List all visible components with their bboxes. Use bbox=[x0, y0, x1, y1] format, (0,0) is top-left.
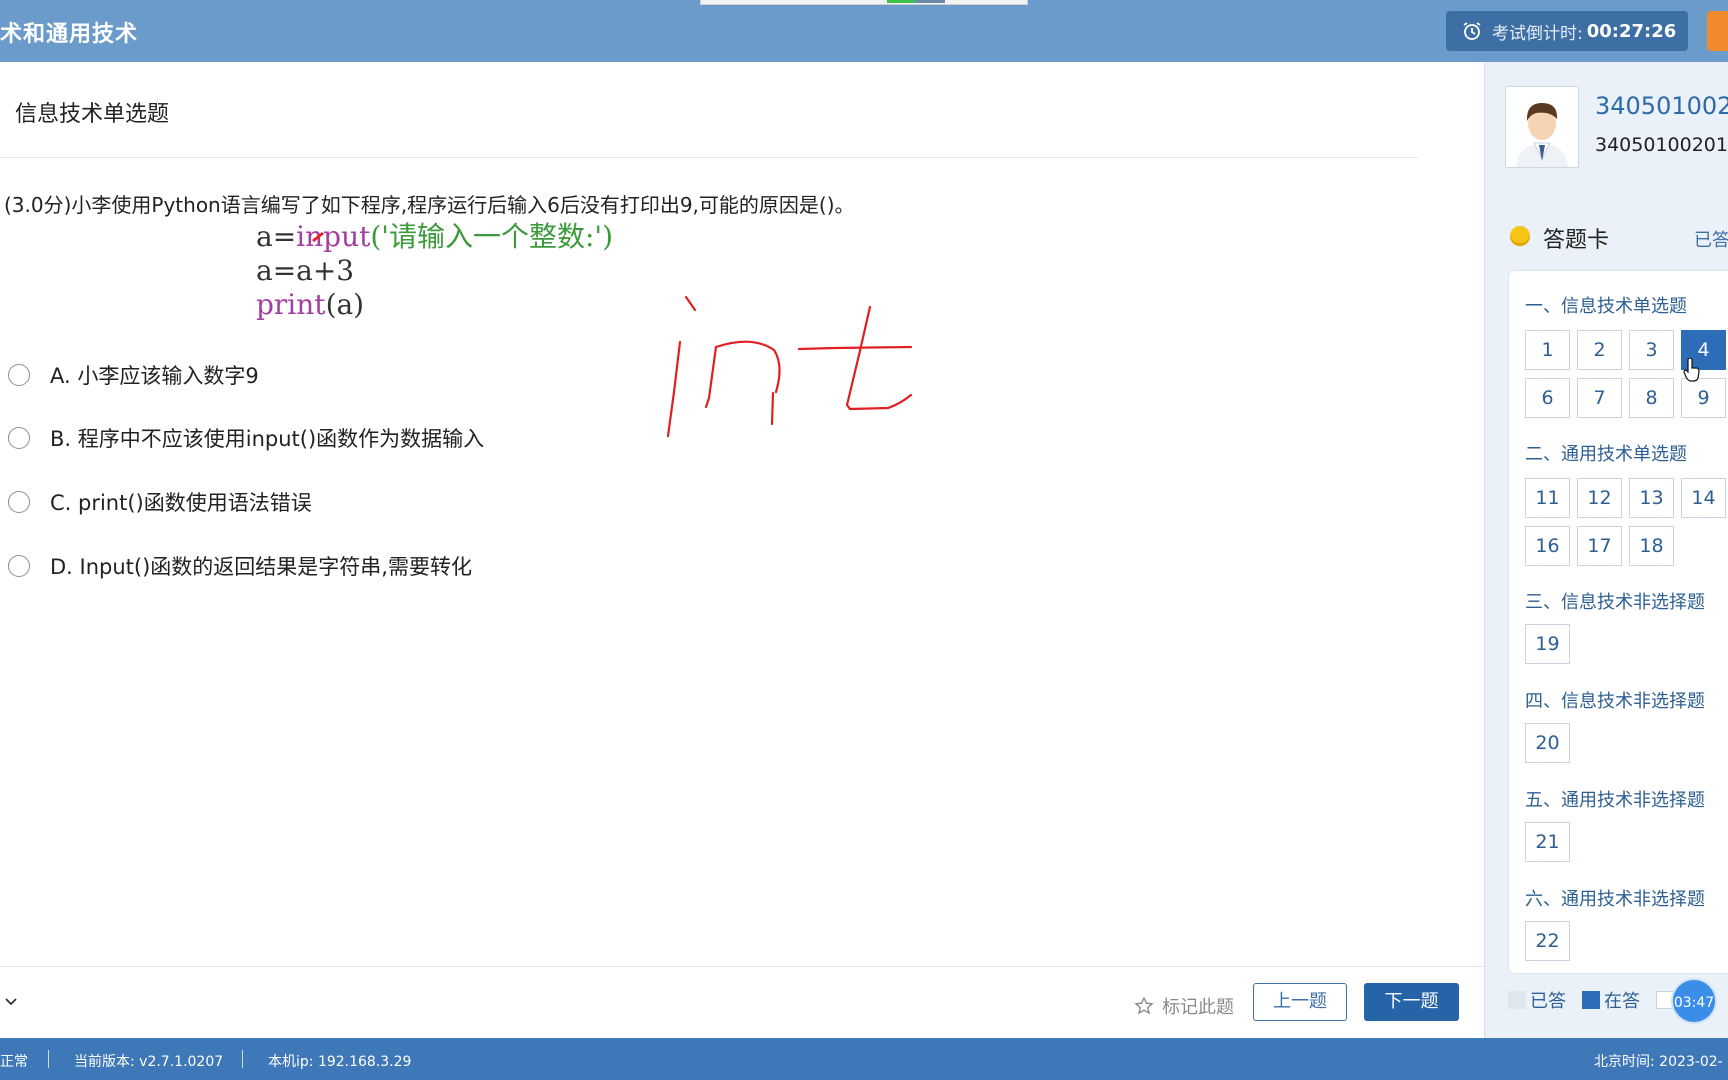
ink-stroke bbox=[848, 393, 913, 411]
radio-a[interactable] bbox=[8, 364, 30, 386]
divider bbox=[0, 157, 1418, 158]
screen-share-indicator bbox=[700, 0, 1028, 5]
question-button-6[interactable]: 6 bbox=[1525, 378, 1570, 418]
hand-cursor-icon bbox=[1683, 358, 1700, 382]
ink-stroke bbox=[714, 340, 781, 394]
ink-stroke bbox=[666, 340, 682, 438]
mark-label: 标记此题 bbox=[1162, 997, 1234, 1018]
question-button-19[interactable]: 19 bbox=[1525, 624, 1570, 664]
question-button-2[interactable]: 2 bbox=[1577, 330, 1622, 370]
exam-countdown: 考试倒计时: 00:27:26 bbox=[1446, 11, 1688, 51]
card-icon bbox=[1510, 226, 1530, 246]
timer-label: 考试倒计时: bbox=[1492, 23, 1583, 44]
handwritten-annotation bbox=[312, 232, 913, 438]
option-a[interactable]: A. 小李应该输入数字9 bbox=[8, 360, 259, 390]
alarm-clock-icon bbox=[1463, 22, 1481, 40]
option-label: D. Input()函数的返回结果是字符串,需要转化 bbox=[50, 555, 472, 579]
question-button-7[interactable]: 7 bbox=[1577, 378, 1622, 418]
question-button-16[interactable]: 16 bbox=[1525, 526, 1570, 566]
divider bbox=[0, 966, 1484, 967]
radio-b[interactable] bbox=[8, 427, 30, 449]
legend-answered: 已答 bbox=[1508, 987, 1566, 1013]
question-button-17[interactable]: 17 bbox=[1577, 526, 1622, 566]
code-line-3: print(a) bbox=[256, 288, 365, 321]
option-label: C. print()函数使用语法错误 bbox=[50, 491, 312, 515]
avatar bbox=[1505, 86, 1579, 168]
legend-swatch bbox=[1508, 991, 1526, 1009]
status-bar: 正常 当前版本: v2.7.1.0207 本机ip: 192.168.3.29 … bbox=[0, 1038, 1728, 1080]
group-label: 一、信息技术单选题 bbox=[1525, 296, 1687, 317]
radio-d[interactable] bbox=[8, 555, 30, 577]
separator bbox=[242, 1050, 243, 1068]
user-card: 3405010020 340501002015 bbox=[1505, 86, 1728, 176]
question-button-8[interactable]: 8 bbox=[1629, 378, 1674, 418]
question-button-13[interactable]: 13 bbox=[1629, 478, 1674, 518]
question-button-12[interactable]: 12 bbox=[1577, 478, 1622, 518]
ink-stroke bbox=[845, 305, 872, 411]
group-label: 三、信息技术非选择题 bbox=[1525, 592, 1705, 613]
chevron-down-icon[interactable] bbox=[2, 992, 20, 1010]
beijing-time: 北京时间: 2023-02- bbox=[1594, 1054, 1723, 1070]
ink-stroke bbox=[704, 345, 718, 409]
floating-timer-button[interactable]: 03:47 bbox=[1671, 978, 1717, 1024]
previous-question-button[interactable]: 上一题 bbox=[1253, 983, 1347, 1021]
section-title: 信息技术单选题 bbox=[15, 102, 170, 127]
code-line-2: a=a+3 bbox=[256, 254, 355, 287]
option-b[interactable]: B. 程序中不应该使用input()函数作为数据输入 bbox=[8, 423, 484, 453]
question-button-20[interactable]: 20 bbox=[1525, 723, 1570, 763]
code-line-1: a=input('请输入一个整数:') bbox=[256, 220, 614, 253]
code-image: a=input('请输入一个整数:') a=a+3 print(a) bbox=[256, 220, 776, 330]
answer-card-legend: 已答 在答 bbox=[1508, 988, 1678, 1012]
separator bbox=[48, 1050, 49, 1068]
answer-card-header: 答题卡 已答 bbox=[1510, 222, 1728, 253]
question-button-9[interactable]: 9 bbox=[1681, 378, 1726, 418]
question-button-1[interactable]: 1 bbox=[1525, 330, 1570, 370]
legend-answering: 在答 bbox=[1582, 987, 1640, 1013]
status-state: 正常 bbox=[0, 1054, 28, 1070]
group-label: 六、通用技术非选择题 bbox=[1525, 889, 1705, 910]
option-d[interactable]: D. Input()函数的返回结果是字符串,需要转化 bbox=[8, 551, 472, 581]
group-label: 五、通用技术非选择题 bbox=[1525, 790, 1705, 811]
star-icon bbox=[1134, 996, 1154, 1015]
version-info: 当前版本: v2.7.1.0207 bbox=[74, 1054, 224, 1070]
group-label: 二、通用技术单选题 bbox=[1525, 444, 1687, 465]
top-bar: 术和通用技术 考试倒计时: 00:27:26 bbox=[0, 0, 1728, 62]
group-label: 四、信息技术非选择题 bbox=[1525, 691, 1705, 712]
ip-info: 本机ip: 192.168.3.29 bbox=[268, 1054, 412, 1070]
answer-card-title: 答题卡 bbox=[1543, 228, 1610, 253]
mark-question-button[interactable]: 标记此题 bbox=[1134, 993, 1234, 1019]
timer-value: 00:27:26 bbox=[1586, 20, 1677, 42]
question-button-14[interactable]: 14 bbox=[1681, 478, 1726, 518]
app-title: 术和通用技术 bbox=[0, 22, 139, 47]
question-button-11[interactable]: 11 bbox=[1525, 478, 1570, 518]
question-button-21[interactable]: 21 bbox=[1525, 822, 1570, 862]
option-c[interactable]: C. print()函数使用语法错误 bbox=[8, 487, 312, 517]
legend-swatch bbox=[1582, 991, 1600, 1009]
next-question-button[interactable]: 下一题 bbox=[1364, 983, 1459, 1021]
submit-button[interactable] bbox=[1707, 11, 1728, 51]
question-stem: (3.0分)小李使用Python语言编写了如下程序,程序运行后输入6后没有打印出… bbox=[4, 193, 855, 217]
answered-count: 已答 bbox=[1694, 230, 1728, 251]
option-label: B. 程序中不应该使用input()函数作为数据输入 bbox=[50, 427, 485, 451]
ink-stroke bbox=[797, 345, 913, 351]
question-button-18[interactable]: 18 bbox=[1629, 526, 1674, 566]
question-button-3[interactable]: 3 bbox=[1629, 330, 1674, 370]
option-label: A. 小李应该输入数字9 bbox=[50, 364, 259, 388]
candidate-id: 3405010020 bbox=[1595, 92, 1728, 120]
question-button-22[interactable]: 22 bbox=[1525, 921, 1570, 961]
radio-c[interactable] bbox=[8, 491, 30, 513]
candidate-number: 340501002015 bbox=[1595, 134, 1728, 156]
ink-stroke bbox=[770, 391, 775, 426]
